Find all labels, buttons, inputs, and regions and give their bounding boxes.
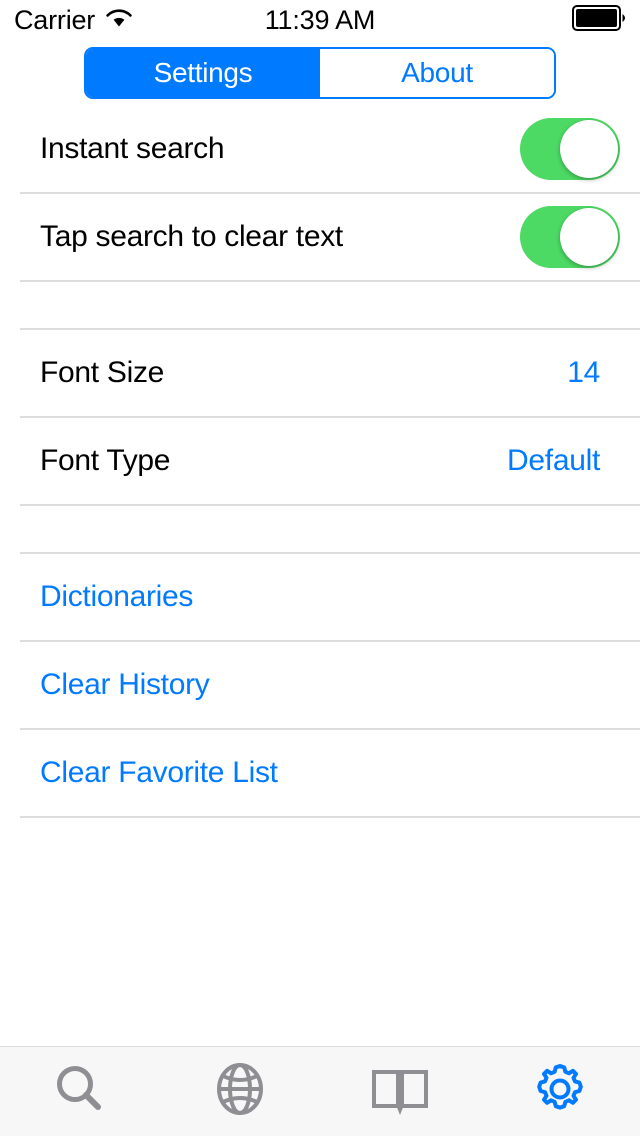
row-dictionaries[interactable]: Dictionaries (0, 554, 640, 640)
app-screen: Carrier 11:39 AM Settings About Instant … (0, 0, 640, 1136)
settings-table: Instant search Tap search to clear text … (0, 106, 640, 1046)
toggle-knob (560, 208, 618, 266)
row-label: Clear History (40, 668, 210, 701)
row-font-size[interactable]: Font Size 14 (0, 330, 640, 416)
row-instant-search[interactable]: Instant search (0, 106, 640, 192)
battery-full-icon (572, 4, 626, 36)
search-icon (50, 1059, 110, 1124)
row-clear-history[interactable]: Clear History (0, 642, 640, 728)
tab-bar-item-search[interactable] (0, 1047, 160, 1136)
status-bar: Carrier 11:39 AM (0, 0, 640, 40)
tab-bar-item-settings[interactable] (480, 1047, 640, 1136)
wifi-icon (105, 7, 133, 34)
section-gap (0, 506, 640, 552)
status-bar-left: Carrier (14, 5, 133, 36)
tab-settings[interactable]: Settings (86, 49, 320, 97)
carrier-label: Carrier (14, 4, 96, 35)
status-bar-right (572, 4, 626, 36)
section-gap (0, 282, 640, 328)
row-label: Font Size (40, 356, 165, 389)
tab-bar-item-book[interactable] (320, 1047, 480, 1136)
row-label: Dictionaries (40, 580, 194, 613)
row-label: Instant search (40, 132, 225, 165)
toggle-knob (560, 120, 618, 178)
book-icon (369, 1059, 431, 1124)
row-font-type[interactable]: Font Type Default (0, 418, 640, 504)
tab-about[interactable]: About (320, 49, 554, 97)
globe-icon (210, 1059, 270, 1124)
segmented-control-container: Settings About (0, 40, 640, 106)
tap-search-clear-toggle[interactable] (520, 206, 620, 268)
row-label: Tap search to clear text (40, 220, 343, 253)
tab-bar (0, 1046, 640, 1136)
row-tap-search-clear[interactable]: Tap search to clear text (0, 194, 640, 280)
segmented-control[interactable]: Settings About (84, 47, 556, 99)
font-size-value: 14 (567, 356, 600, 389)
row-clear-favorite-list[interactable]: Clear Favorite List (0, 730, 640, 816)
row-label: Clear Favorite List (40, 756, 278, 789)
font-type-value: Default (507, 444, 600, 477)
tab-bar-item-globe[interactable] (160, 1047, 320, 1136)
row-separator (20, 816, 640, 818)
gear-icon (530, 1059, 590, 1124)
instant-search-toggle[interactable] (520, 118, 620, 180)
row-label: Font Type (40, 444, 171, 477)
